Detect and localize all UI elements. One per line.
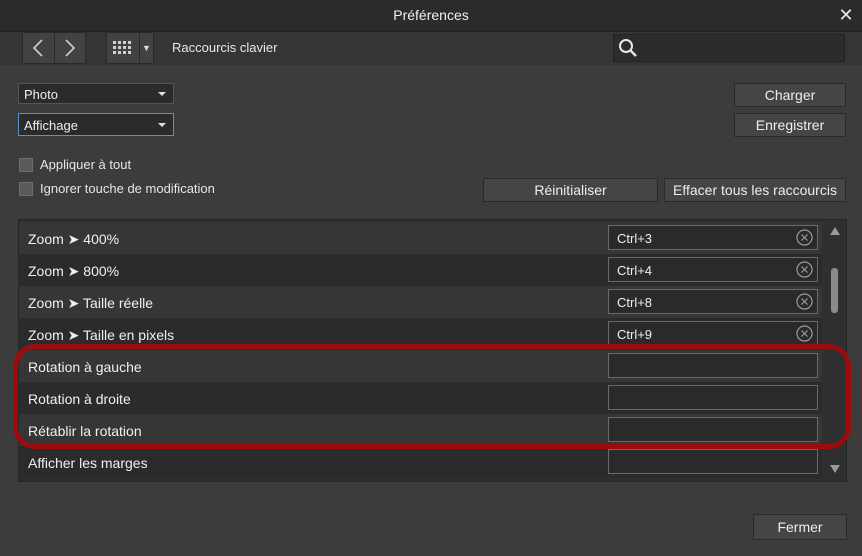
shortcut-field[interactable]: Ctrl+3	[608, 225, 818, 250]
ignore-modifier-checkbox[interactable]	[19, 181, 33, 196]
list-item: Zoom ➤ 800% Ctrl+4	[19, 254, 822, 286]
close-icon[interactable]: ✕	[836, 5, 856, 25]
clear-shortcut-icon[interactable]	[796, 229, 813, 246]
shortcut-field[interactable]	[608, 353, 818, 378]
shortcut-label: Rotation à droite	[28, 391, 131, 407]
shortcut-label: Afficher les marges	[28, 455, 148, 471]
clear-shortcut-icon[interactable]	[796, 325, 813, 342]
apply-all-label: Appliquer à tout	[40, 157, 132, 172]
shortcut-field[interactable]	[608, 417, 818, 442]
clear-all-shortcuts-button[interactable]: Effacer tous les raccourcis	[664, 178, 846, 202]
ignore-modifier-label: Ignorer touche de modification	[40, 181, 215, 196]
nav-group	[22, 32, 86, 64]
forward-button[interactable]	[53, 33, 86, 63]
toolbar: ▼ Raccourcis clavier	[0, 32, 862, 65]
list-item: Afficher les marges	[19, 446, 822, 478]
grid-icon	[113, 41, 131, 54]
persona-value: Photo	[24, 87, 58, 102]
ignore-modifier-option: Ignorer touche de modification	[19, 181, 215, 196]
shortcut-field[interactable]: Ctrl+8	[608, 289, 818, 314]
scroll-up-arrow-icon[interactable]	[830, 227, 840, 235]
list-item: Zoom ➤ Taille en pixels Ctrl+9	[19, 318, 822, 350]
list-item: Rotation à gauche	[19, 350, 822, 382]
shortcut-label: Rétablir la rotation	[28, 423, 142, 439]
dropdown-arrow-icon	[158, 92, 166, 96]
reset-button[interactable]: Réinitialiser	[483, 178, 658, 202]
category-dropdown[interactable]: Affichage	[18, 113, 174, 136]
shortcuts-list: Zoom ➤ 400% Ctrl+3 Zoom ➤ 800% Ctrl+4 Zo…	[18, 219, 847, 482]
shortcut-field[interactable]	[608, 449, 818, 474]
apply-all-checkbox[interactable]	[19, 157, 33, 172]
dropdown-arrow-icon: ▼	[139, 33, 153, 63]
list-item: Zoom ➤ Taille réelle Ctrl+8	[19, 286, 822, 318]
shortcut-field[interactable]: Ctrl+4	[608, 257, 818, 282]
chevron-left-icon	[33, 39, 43, 57]
shortcut-label: Zoom ➤ Taille en pixels	[28, 327, 175, 343]
scroll-thumb[interactable]	[831, 268, 838, 313]
scroll-down-arrow-icon[interactable]	[830, 465, 840, 473]
shortcut-label: Zoom ➤ 800%	[28, 263, 120, 279]
shortcut-label: Zoom ➤ 400%	[28, 231, 120, 247]
list-scrollbar[interactable]	[824, 220, 846, 481]
chevron-right-icon	[65, 39, 75, 57]
shortcut-label: Rotation à gauche	[28, 359, 142, 375]
list-item: Zoom ➤ 400% Ctrl+3	[19, 222, 822, 254]
search-input[interactable]	[642, 37, 841, 59]
close-button[interactable]: Fermer	[753, 514, 847, 540]
window-title: Préférences	[393, 7, 469, 23]
clear-shortcut-icon[interactable]	[796, 261, 813, 278]
section-title: Raccourcis clavier	[172, 40, 278, 55]
list-item: Rétablir la rotation	[19, 414, 822, 446]
title-bar: Préférences ✕	[0, 0, 862, 32]
shortcut-value: Ctrl+3	[617, 231, 653, 246]
shortcut-value: Ctrl+4	[617, 263, 653, 278]
dropdown-arrow-icon	[158, 123, 166, 127]
search-field[interactable]	[613, 34, 845, 62]
shortcut-value: Ctrl+8	[617, 295, 653, 310]
search-icon	[619, 39, 637, 57]
shortcut-field[interactable]	[608, 385, 818, 410]
clear-shortcut-icon[interactable]	[796, 293, 813, 310]
shortcut-label: Zoom ➤ Taille réelle	[28, 295, 154, 311]
apply-all-option: Appliquer à tout	[19, 157, 131, 172]
shortcut-field[interactable]: Ctrl+9	[608, 321, 818, 346]
load-button[interactable]: Charger	[734, 83, 846, 107]
sections-menu-button[interactable]: ▼	[106, 32, 154, 64]
shortcut-value: Ctrl+9	[617, 327, 653, 342]
category-value: Affichage	[24, 118, 78, 133]
persona-dropdown[interactable]: Photo	[18, 83, 174, 104]
save-button[interactable]: Enregistrer	[734, 113, 846, 137]
back-button[interactable]	[23, 33, 54, 63]
list-item: Rotation à droite	[19, 382, 822, 414]
